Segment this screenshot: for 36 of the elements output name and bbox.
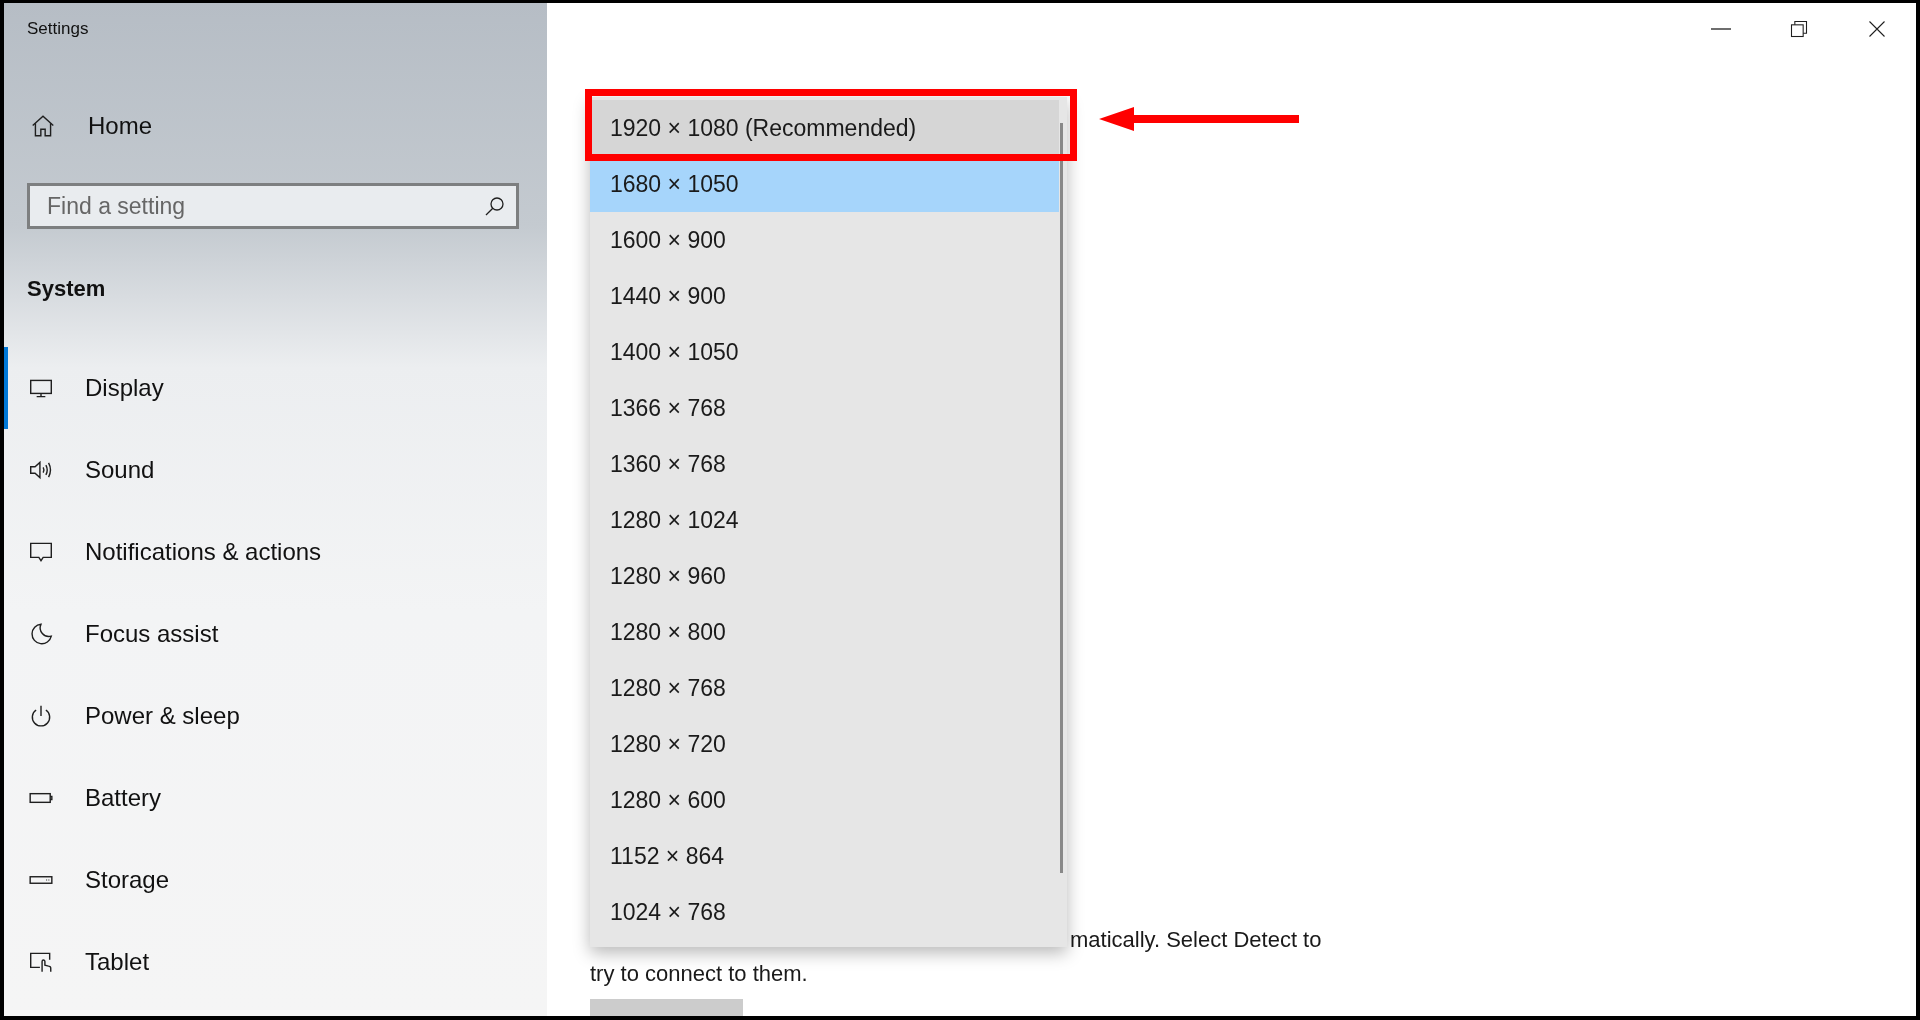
sidebar-item[interactable]: Sound bbox=[4, 429, 547, 511]
minimize-icon bbox=[1711, 27, 1731, 30]
resolution-option[interactable]: 1280 × 768 bbox=[590, 660, 1059, 716]
paragraph-text: try to connect to them. bbox=[590, 961, 808, 986]
resolution-option[interactable]: 1024 × 768 bbox=[590, 884, 1059, 940]
resolution-option[interactable]: 1360 × 768 bbox=[590, 436, 1059, 492]
resolution-option[interactable]: 1280 × 600 bbox=[590, 772, 1059, 828]
resolution-option[interactable]: 1600 × 900 bbox=[590, 212, 1059, 268]
sidebar-item[interactable]: Tablet bbox=[4, 921, 547, 1003]
resolution-option[interactable]: 1280 × 960 bbox=[590, 548, 1059, 604]
resolution-option[interactable]: 1280 × 800 bbox=[590, 604, 1059, 660]
resolution-option[interactable]: 1366 × 768 bbox=[590, 380, 1059, 436]
home-link[interactable]: Home bbox=[4, 98, 159, 154]
restore-icon bbox=[1789, 18, 1809, 39]
sidebar-item[interactable]: Notifications & actions bbox=[4, 511, 547, 593]
sidebar-item[interactable]: Storage bbox=[4, 839, 547, 921]
scrollbar[interactable] bbox=[1060, 123, 1063, 873]
partial-button[interactable] bbox=[590, 999, 743, 1016]
search-icon bbox=[483, 194, 507, 218]
sidebar-item[interactable]: Focus assist bbox=[4, 593, 547, 675]
resolution-option[interactable]: 1280 × 1024 bbox=[590, 492, 1059, 548]
sidebar-item[interactable]: Display bbox=[4, 347, 547, 429]
close-icon bbox=[1867, 18, 1887, 39]
resolution-option[interactable]: 1440 × 900 bbox=[590, 268, 1059, 324]
sidebar-item[interactable]: Power & sleep bbox=[4, 675, 547, 757]
resolution-option[interactable]: 1280 × 720 bbox=[590, 716, 1059, 772]
search-field[interactable]: Find a setting bbox=[27, 183, 519, 229]
resolution-option[interactable]: 1400 × 1050 bbox=[590, 324, 1059, 380]
home-icon bbox=[30, 113, 56, 139]
window-title: Settings bbox=[27, 18, 89, 39]
moon-icon bbox=[28, 621, 54, 647]
section-heading: System bbox=[27, 276, 106, 302]
resolution-option[interactable]: 1920 × 1080 (Recommended) bbox=[590, 100, 1059, 156]
resolution-option[interactable]: 1152 × 864 bbox=[590, 828, 1059, 884]
paragraph-text: matically. Select Detect to bbox=[1070, 927, 1322, 952]
sidebar-item[interactable]: Battery bbox=[4, 757, 547, 839]
